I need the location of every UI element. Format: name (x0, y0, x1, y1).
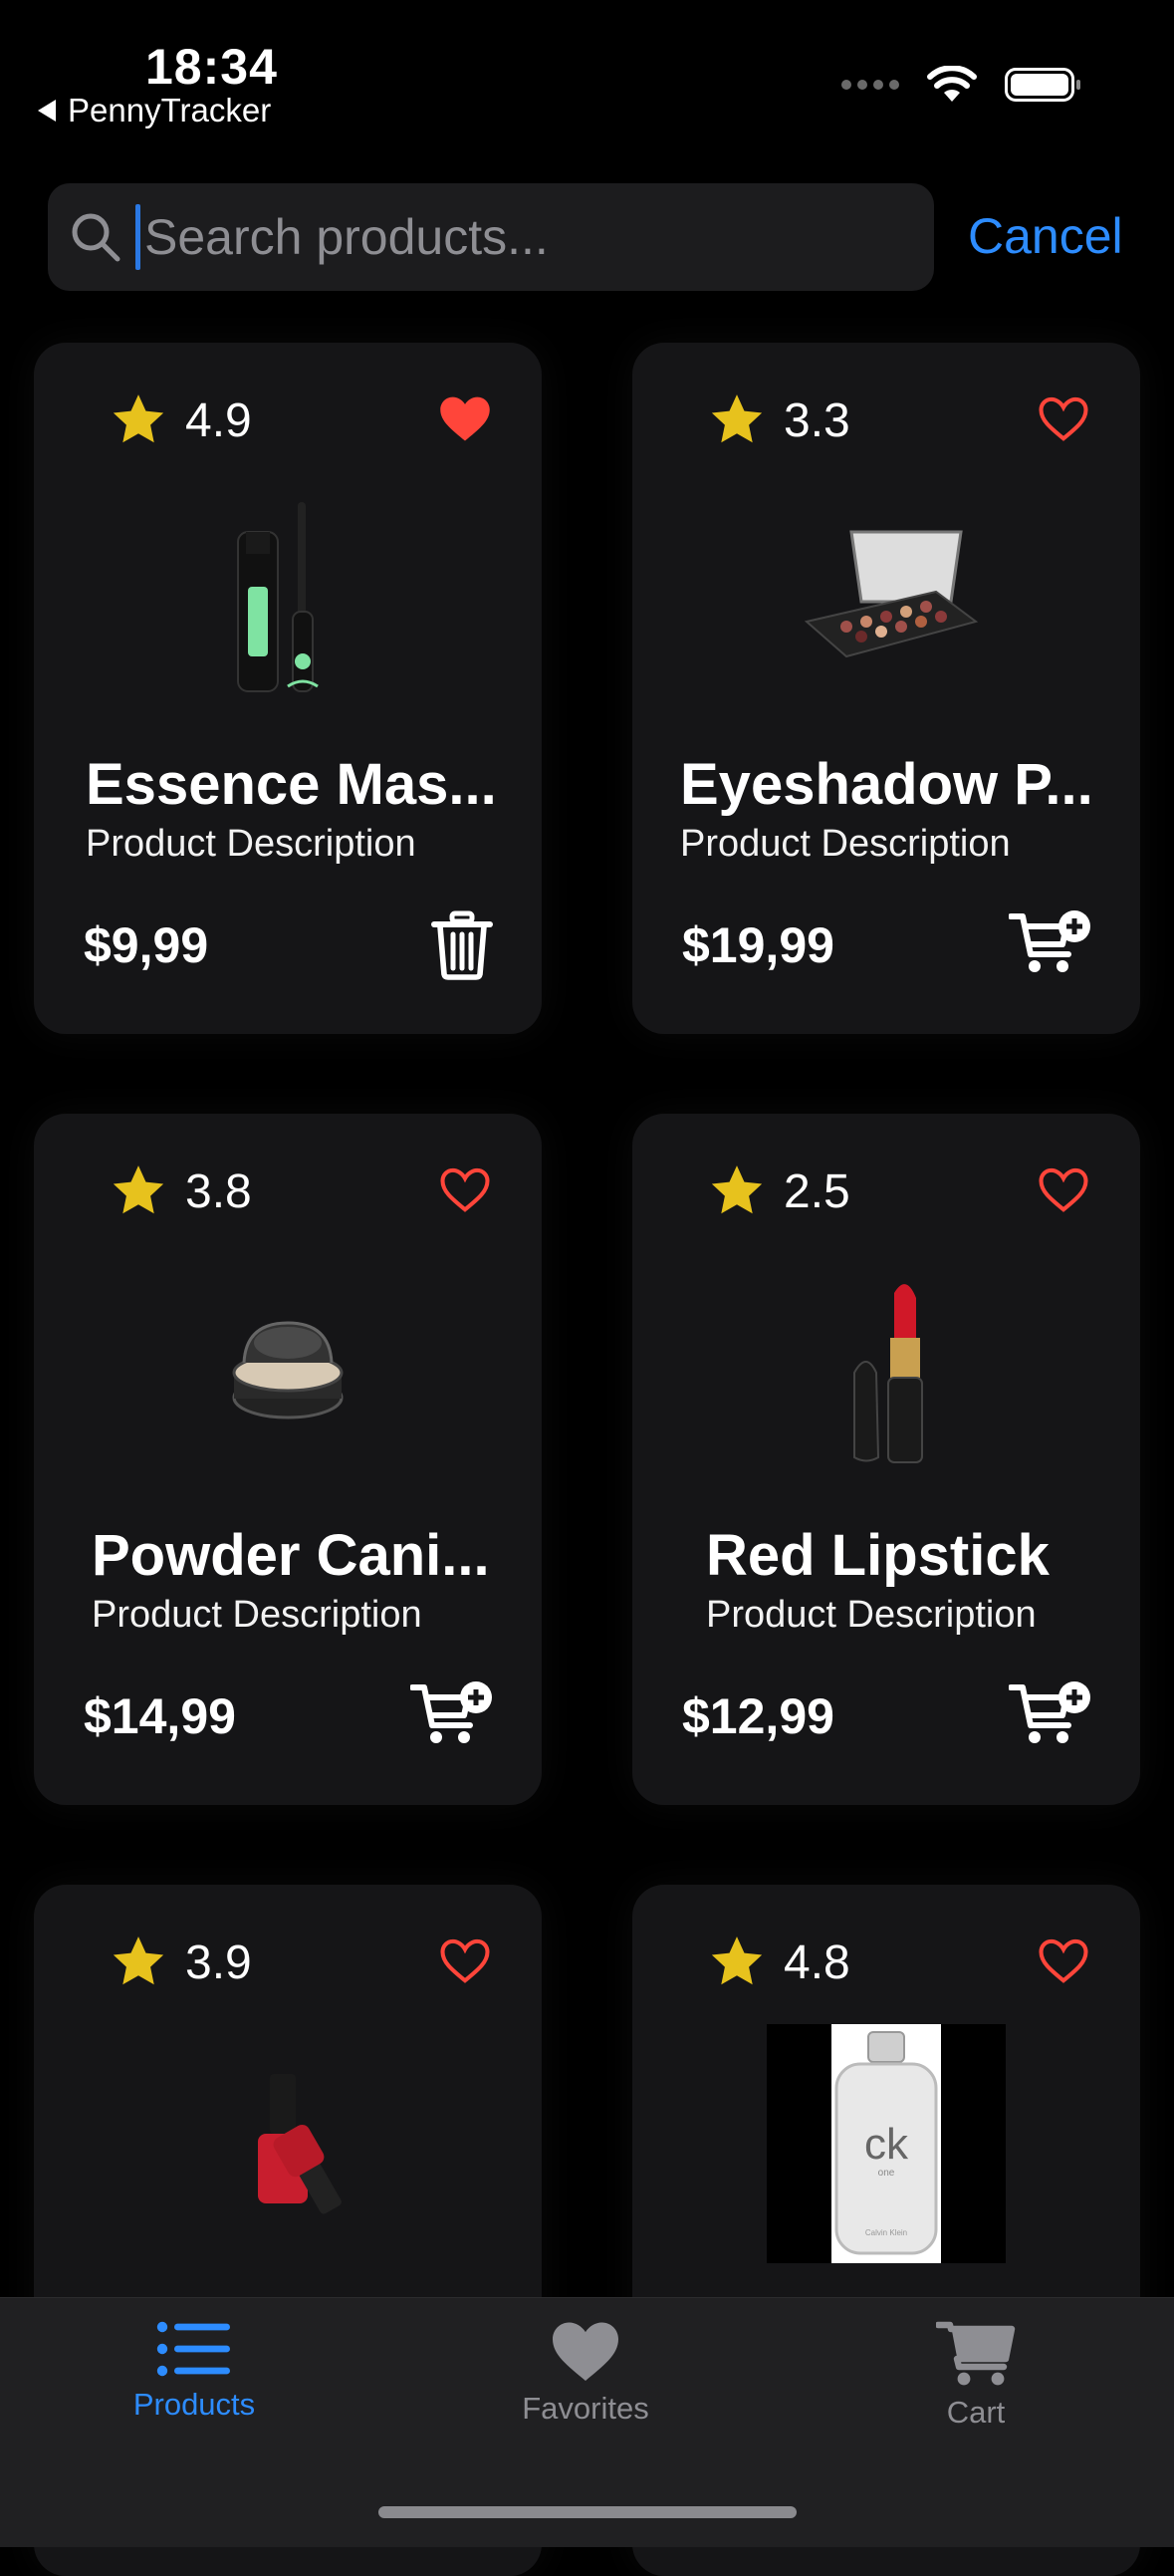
heart-filled-icon[interactable] (438, 394, 492, 442)
status-time: 18:34 (145, 39, 278, 95)
product-card[interactable]: 2.5 Red Lipstick Product Description $12… (632, 1114, 1140, 1805)
product-card[interactable]: 3.3 Eyeshadow P... Product Description $… (632, 343, 1140, 1034)
battery-icon (1005, 68, 1080, 102)
tab-cart[interactable]: Cart (826, 2319, 1125, 2431)
tab-label: Cart (946, 2395, 1006, 2430)
star-icon (113, 1936, 164, 1985)
tab-favorites[interactable]: Favorites (436, 2319, 735, 2427)
perfume-logo: ck (864, 2120, 909, 2169)
star-icon (711, 1165, 763, 1214)
star-icon (711, 1936, 763, 1985)
rating: 3.8 (110, 1163, 252, 1219)
product-description: Product Description (680, 823, 1011, 865)
search-input[interactable] (140, 208, 881, 266)
heart-outline-icon[interactable] (1037, 1165, 1090, 1213)
wifi-icon (927, 66, 977, 102)
product-price: $14,99 (84, 1688, 236, 1744)
product-price: $12,99 (682, 1688, 834, 1744)
product-image-nail-polish (34, 2034, 542, 2253)
rating: 3.3 (708, 392, 850, 448)
rating-value: 3.9 (185, 1935, 252, 1989)
product-image-powder-canister (34, 1263, 542, 1482)
rating: 3.9 (110, 1934, 252, 1990)
tab-label: Favorites (522, 2391, 649, 2426)
star-icon (113, 1165, 164, 1214)
back-app-label: PennyTracker (68, 92, 272, 129)
star-icon (711, 394, 763, 443)
search-icon (72, 213, 120, 262)
product-description: Product Description (92, 1594, 422, 1636)
heart-outline-icon[interactable] (438, 1936, 492, 1984)
cellular-signal-icon (841, 80, 899, 90)
product-name: Red Lipstick (706, 1523, 1050, 1588)
tab-label: Products (132, 2387, 256, 2422)
product-card[interactable]: 3.8 Powder Cani... Product Description $… (34, 1114, 542, 1805)
search-bar[interactable] (48, 183, 934, 291)
back-arrow-icon (38, 100, 56, 122)
rating: 4.9 (110, 392, 252, 448)
perfume-sub: one (878, 2168, 895, 2179)
cart-add-icon[interactable] (1009, 1681, 1092, 1747)
rating: 2.5 (708, 1163, 850, 1219)
heart-outline-icon[interactable] (438, 1165, 492, 1213)
product-price: $19,99 (682, 917, 834, 973)
product-image-eyeshadow-palette (632, 492, 1140, 711)
product-name: Essence Mas... (86, 752, 497, 817)
trash-icon[interactable] (430, 910, 494, 980)
product-image-red-lipstick (632, 1263, 1140, 1482)
product-image-perfume: ck one Calvin Klein (632, 2024, 1140, 2263)
cancel-button[interactable]: Cancel (968, 207, 1123, 265)
home-indicator[interactable] (378, 2506, 797, 2518)
cart-icon (936, 2321, 1016, 2386)
rating-value: 3.8 (185, 1164, 252, 1218)
rating-value: 4.9 (185, 393, 252, 447)
list-icon (156, 2321, 230, 2377)
perfume-maker: Calvin Klein (865, 2228, 907, 2237)
product-name: Powder Cani... (92, 1523, 490, 1588)
cart-add-icon[interactable] (410, 1681, 494, 1747)
rating: 4.8 (708, 1934, 850, 1990)
rating-value: 4.8 (784, 1935, 850, 1989)
product-description: Product Description (706, 1594, 1037, 1636)
tab-products[interactable]: Products (45, 2319, 344, 2423)
rating-value: 3.3 (784, 393, 850, 447)
product-name: Eyeshadow P... (680, 752, 1093, 817)
product-card[interactable]: 4.9 Essence Mas... Product Description $… (34, 343, 542, 1034)
heart-outline-icon[interactable] (1037, 394, 1090, 442)
heart-outline-icon[interactable] (1037, 1936, 1090, 1984)
product-description: Product Description (86, 823, 416, 865)
back-to-app-link[interactable]: PennyTracker (38, 92, 271, 129)
status-indicators (841, 66, 1080, 104)
cart-add-icon[interactable] (1009, 910, 1092, 976)
heart-icon (553, 2322, 618, 2381)
star-icon (113, 394, 164, 443)
product-image-mascara (34, 492, 542, 711)
rating-value: 2.5 (784, 1164, 850, 1218)
product-price: $9,99 (84, 917, 209, 973)
